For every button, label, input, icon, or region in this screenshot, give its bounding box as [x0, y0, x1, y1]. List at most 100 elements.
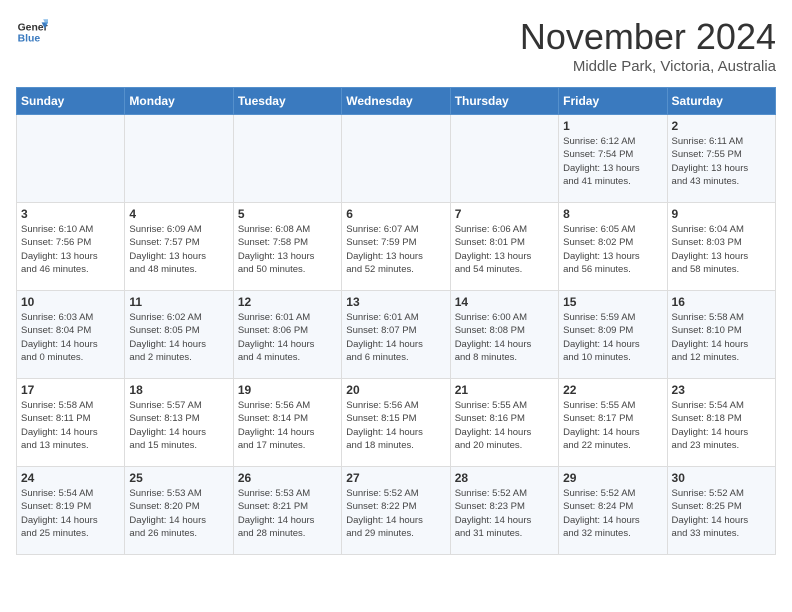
- day-number: 6: [346, 207, 445, 221]
- header-day-wednesday: Wednesday: [342, 88, 450, 115]
- day-info: Sunrise: 5:52 AM Sunset: 8:22 PM Dayligh…: [346, 487, 445, 540]
- calendar-cell: 2 Sunrise: 6:11 AM Sunset: 7:55 PM Daylig…: [667, 115, 775, 203]
- calendar-body: 1Sunrise: 6:12 AM Sunset: 7:54 PM Daylig…: [17, 115, 776, 555]
- calendar-cell: 3 Sunrise: 6:10 AM Sunset: 7:56 PM Daylig…: [17, 203, 125, 291]
- header-day-sunday: Sunday: [17, 88, 125, 115]
- calendar-cell: 6 Sunrise: 6:07 AM Sunset: 7:59 PM Daylig…: [342, 203, 450, 291]
- header-day-thursday: Thursday: [450, 88, 558, 115]
- calendar-cell: 7 Sunrise: 6:06 AM Sunset: 8:01 PM Daylig…: [450, 203, 558, 291]
- calendar-cell: 8Sunrise: 6:05 AM Sunset: 8:02 PM Daylig…: [559, 203, 667, 291]
- day-info: Sunrise: 6:08 AM Sunset: 7:58 PM Dayligh…: [238, 223, 337, 276]
- header-day-monday: Monday: [125, 88, 233, 115]
- day-number: 18: [129, 383, 228, 397]
- calendar-cell: 20 Sunrise: 5:56 AM Sunset: 8:15 PM Dayli…: [342, 379, 450, 467]
- day-number: 27: [346, 471, 445, 485]
- calendar-cell: 1Sunrise: 6:12 AM Sunset: 7:54 PM Daylig…: [559, 115, 667, 203]
- calendar-week-4: 17Sunrise: 5:58 AM Sunset: 8:11 PM Dayli…: [17, 379, 776, 467]
- calendar-cell: 13 Sunrise: 6:01 AM Sunset: 8:07 PM Dayli…: [342, 291, 450, 379]
- calendar-cell: 4Sunrise: 6:09 AM Sunset: 7:57 PM Daylig…: [125, 203, 233, 291]
- day-info: Sunrise: 5:54 AM Sunset: 8:18 PM Dayligh…: [672, 399, 771, 452]
- calendar-cell: 25 Sunrise: 5:53 AM Sunset: 8:20 PM Dayli…: [125, 467, 233, 555]
- day-info: Sunrise: 6:10 AM Sunset: 7:56 PM Dayligh…: [21, 223, 120, 276]
- day-info: Sunrise: 6:04 AM Sunset: 8:03 PM Dayligh…: [672, 223, 771, 276]
- day-number: 13: [346, 295, 445, 309]
- calendar-cell: [450, 115, 558, 203]
- day-number: 25: [129, 471, 228, 485]
- day-number: 8: [563, 207, 662, 221]
- day-number: 15: [563, 295, 662, 309]
- calendar-cell: 24 Sunrise: 5:54 AM Sunset: 8:19 PM Dayli…: [17, 467, 125, 555]
- day-number: 7: [455, 207, 554, 221]
- day-info: Sunrise: 6:02 AM Sunset: 8:05 PM Dayligh…: [129, 311, 228, 364]
- day-number: 2: [672, 119, 771, 133]
- month-title: November 2024: [520, 16, 776, 58]
- day-number: 22: [563, 383, 662, 397]
- calendar-header: SundayMondayTuesdayWednesdayThursdayFrid…: [17, 88, 776, 115]
- logo: General Blue: [16, 16, 48, 48]
- calendar-cell: 14 Sunrise: 6:00 AM Sunset: 8:08 PM Dayli…: [450, 291, 558, 379]
- day-number: 16: [672, 295, 771, 309]
- calendar-cell: 15 Sunrise: 5:59 AM Sunset: 8:09 PM Dayli…: [559, 291, 667, 379]
- day-info: Sunrise: 5:55 AM Sunset: 8:16 PM Dayligh…: [455, 399, 554, 452]
- day-info: Sunrise: 6:12 AM Sunset: 7:54 PM Dayligh…: [563, 135, 662, 188]
- day-number: 20: [346, 383, 445, 397]
- day-number: 30: [672, 471, 771, 485]
- day-info: Sunrise: 6:11 AM Sunset: 7:55 PM Dayligh…: [672, 135, 771, 188]
- day-info: Sunrise: 5:54 AM Sunset: 8:19 PM Dayligh…: [21, 487, 120, 540]
- day-info: Sunrise: 6:01 AM Sunset: 8:06 PM Dayligh…: [238, 311, 337, 364]
- header-day-friday: Friday: [559, 88, 667, 115]
- day-info: Sunrise: 5:52 AM Sunset: 8:23 PM Dayligh…: [455, 487, 554, 540]
- calendar-week-1: 1Sunrise: 6:12 AM Sunset: 7:54 PM Daylig…: [17, 115, 776, 203]
- calendar-cell: 27 Sunrise: 5:52 AM Sunset: 8:22 PM Dayli…: [342, 467, 450, 555]
- title-block: November 2024 Middle Park, Victoria, Aus…: [520, 16, 776, 75]
- day-number: 23: [672, 383, 771, 397]
- day-info: Sunrise: 6:01 AM Sunset: 8:07 PM Dayligh…: [346, 311, 445, 364]
- day-info: Sunrise: 5:52 AM Sunset: 8:24 PM Dayligh…: [563, 487, 662, 540]
- day-number: 24: [21, 471, 120, 485]
- calendar-cell: 30 Sunrise: 5:52 AM Sunset: 8:25 PM Dayli…: [667, 467, 775, 555]
- calendar-week-3: 10 Sunrise: 6:03 AM Sunset: 8:04 PM Dayli…: [17, 291, 776, 379]
- day-number: 5: [238, 207, 337, 221]
- calendar-cell: [125, 115, 233, 203]
- header-row: SundayMondayTuesdayWednesdayThursdayFrid…: [17, 88, 776, 115]
- day-info: Sunrise: 5:57 AM Sunset: 8:13 PM Dayligh…: [129, 399, 228, 452]
- calendar-cell: 9 Sunrise: 6:04 AM Sunset: 8:03 PM Daylig…: [667, 203, 775, 291]
- calendar-cell: 22Sunrise: 5:55 AM Sunset: 8:17 PM Dayli…: [559, 379, 667, 467]
- calendar-cell: [233, 115, 341, 203]
- day-number: 10: [21, 295, 120, 309]
- calendar-cell: 18 Sunrise: 5:57 AM Sunset: 8:13 PM Dayli…: [125, 379, 233, 467]
- day-info: Sunrise: 6:03 AM Sunset: 8:04 PM Dayligh…: [21, 311, 120, 364]
- svg-text:Blue: Blue: [18, 34, 41, 45]
- calendar-cell: 23 Sunrise: 5:54 AM Sunset: 8:18 PM Dayli…: [667, 379, 775, 467]
- location-subtitle: Middle Park, Victoria, Australia: [520, 58, 776, 75]
- logo-icon: General Blue: [16, 16, 48, 48]
- day-info: Sunrise: 6:07 AM Sunset: 7:59 PM Dayligh…: [346, 223, 445, 276]
- day-number: 21: [455, 383, 554, 397]
- day-number: 9: [672, 207, 771, 221]
- calendar-cell: 17Sunrise: 5:58 AM Sunset: 8:11 PM Dayli…: [17, 379, 125, 467]
- calendar-cell: 5 Sunrise: 6:08 AM Sunset: 7:58 PM Daylig…: [233, 203, 341, 291]
- day-info: Sunrise: 6:06 AM Sunset: 8:01 PM Dayligh…: [455, 223, 554, 276]
- day-number: 26: [238, 471, 337, 485]
- day-number: 28: [455, 471, 554, 485]
- header-day-saturday: Saturday: [667, 88, 775, 115]
- calendar-cell: 19 Sunrise: 5:56 AM Sunset: 8:14 PM Dayli…: [233, 379, 341, 467]
- day-info: Sunrise: 5:56 AM Sunset: 8:15 PM Dayligh…: [346, 399, 445, 452]
- calendar-cell: 26Sunrise: 5:53 AM Sunset: 8:21 PM Dayli…: [233, 467, 341, 555]
- day-info: Sunrise: 5:59 AM Sunset: 8:09 PM Dayligh…: [563, 311, 662, 364]
- day-info: Sunrise: 6:00 AM Sunset: 8:08 PM Dayligh…: [455, 311, 554, 364]
- page-header: General Blue November 2024 Middle Park, …: [16, 16, 776, 75]
- day-info: Sunrise: 5:52 AM Sunset: 8:25 PM Dayligh…: [672, 487, 771, 540]
- day-number: 4: [129, 207, 228, 221]
- day-info: Sunrise: 5:53 AM Sunset: 8:20 PM Dayligh…: [129, 487, 228, 540]
- calendar-cell: 28 Sunrise: 5:52 AM Sunset: 8:23 PM Dayli…: [450, 467, 558, 555]
- day-number: 3: [21, 207, 120, 221]
- header-day-tuesday: Tuesday: [233, 88, 341, 115]
- calendar-cell: 16Sunrise: 5:58 AM Sunset: 8:10 PM Dayli…: [667, 291, 775, 379]
- calendar-cell: 10 Sunrise: 6:03 AM Sunset: 8:04 PM Dayli…: [17, 291, 125, 379]
- day-info: Sunrise: 5:58 AM Sunset: 8:11 PM Dayligh…: [21, 399, 120, 452]
- day-number: 14: [455, 295, 554, 309]
- day-info: Sunrise: 5:56 AM Sunset: 8:14 PM Dayligh…: [238, 399, 337, 452]
- day-number: 19: [238, 383, 337, 397]
- calendar-cell: 21 Sunrise: 5:55 AM Sunset: 8:16 PM Dayli…: [450, 379, 558, 467]
